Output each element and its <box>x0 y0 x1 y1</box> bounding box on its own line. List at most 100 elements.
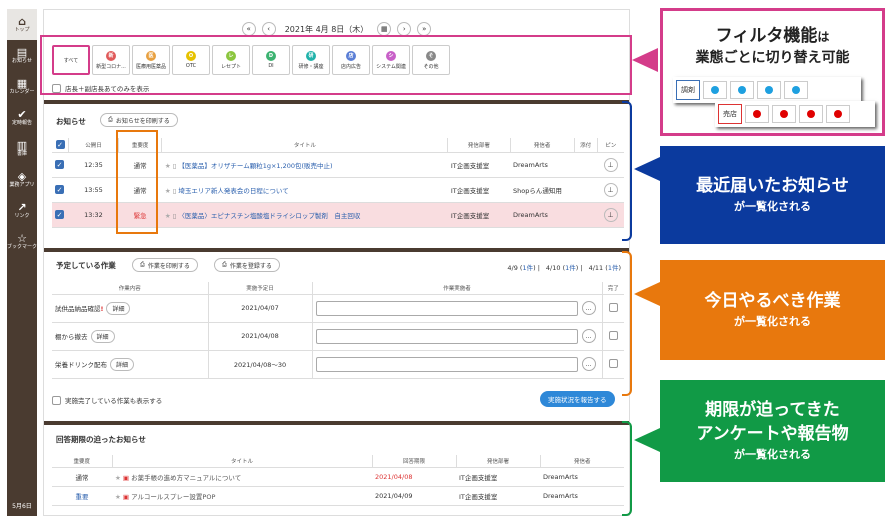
pin-icon[interactable]: ⊥ <box>603 182 618 197</box>
sidebar-item-5[interactable]: ◈ 業務アプリ <box>7 164 37 195</box>
task-date: 2021/04/08〜30 <box>208 350 313 379</box>
sidebar-item-3[interactable]: ✔ 定時報告 <box>7 102 37 133</box>
task-detail-button[interactable]: 詳細 <box>90 329 115 343</box>
select-all-checkbox[interactable]: ✓ <box>55 140 65 150</box>
calendar-icon[interactable]: ▦ <box>377 22 392 36</box>
pin-icon[interactable]: ⊥ <box>603 157 618 172</box>
deadline-title-cell: ★ ▣ お薬手帳の進め方マニュアルについて <box>112 467 372 487</box>
task-done-checkbox[interactable] <box>608 302 618 312</box>
task-count-date: 4/9 <box>507 264 518 272</box>
task-detail-button[interactable]: 詳細 <box>110 357 135 371</box>
deadline-row[interactable]: 通常 ★ ▣ お薬手帳の進め方マニュアルについて 2021/04/08 IT企画支援室… <box>52 467 624 487</box>
task-count-link[interactable]: 1件 <box>565 264 576 272</box>
next-week-button[interactable]: » <box>417 22 432 36</box>
task-name: 棚から撤去 <box>55 332 88 341</box>
notice-checkbox[interactable]: ✓ <box>55 160 64 169</box>
task-name: 栄養ドリンク配布 <box>55 360 107 369</box>
star-icon[interactable]: ★ <box>115 493 123 501</box>
star-icon[interactable]: ★ <box>115 474 123 482</box>
sidebar-item-6[interactable]: ↗ リンク <box>7 195 37 226</box>
task-done-cell <box>602 322 624 351</box>
sidebar-item-label: 書庫 <box>16 150 27 157</box>
notice-dept: IT企画支援室 <box>447 152 510 178</box>
sidebar: ⌂ トップ ▤ お知らせ ▦ カレンダー ✔ 定時報告 ▥ 書庫 ◈ 業務アプリ ↗ リンク ☆ ブックマーク… <box>7 9 37 516</box>
star-icon[interactable]: ★ <box>165 212 173 220</box>
notice-title-link[interactable]: 【医薬品】オリザチーム顆粒1g×1,200包(販売中止) <box>178 162 332 170</box>
deadline-bracket <box>622 421 632 516</box>
current-date: 2021年 4月 8日（木） <box>284 24 369 34</box>
notice-title-cell: ★ ▯ 埼玉エリア新人発表会の日程について <box>161 177 448 203</box>
filter-arrow <box>632 48 658 72</box>
notice-title-link[interactable]: 埼玉エリア新人発表会の日程について <box>178 187 288 195</box>
notice-checkbox[interactable]: ✓ <box>55 185 64 194</box>
printer-icon: ⎙ <box>140 261 145 268</box>
deadline-due: 2021/04/08 <box>372 467 456 487</box>
sidebar-item-7[interactable]: ☆ ブックマーク <box>7 226 37 257</box>
sidebar-item-2[interactable]: ▦ カレンダー <box>7 71 37 102</box>
next-day-button[interactable]: › <box>397 22 412 36</box>
show-completed-checkbox[interactable] <box>52 395 61 405</box>
col-date[interactable]: 公開日 <box>68 138 119 153</box>
task-assignee-input[interactable] <box>315 300 578 316</box>
pin-icon[interactable]: ⊥ <box>603 207 618 222</box>
deadline-title-link[interactable]: お薬手帳の進め方マニュアルについて <box>131 474 241 482</box>
deadline-dept: IT企画支援室 <box>456 467 540 487</box>
star-icon: ☆ <box>17 231 27 245</box>
task-assignee-input[interactable] <box>315 328 578 344</box>
task-row: 栄養ドリンク配布 詳細 2021/04/08〜30 … <box>52 350 624 379</box>
notice-checkbox[interactable]: ✓ <box>55 210 64 219</box>
task-count-close: ) <box>618 264 621 272</box>
layers-icon: ◈ <box>17 169 27 183</box>
sidebar-item-1[interactable]: ▤ お知らせ <box>7 40 37 71</box>
deadline-callout: 期限が迫ってきた アンケートや報告物 が一覧化される <box>660 380 885 482</box>
col-dept[interactable]: 発信部署 <box>447 138 510 153</box>
task-count-0[interactable]: 4/9 (1件) | <box>507 264 540 272</box>
shop-filter-sample: 売店 <box>715 101 875 127</box>
notice-title-link[interactable]: 〈医薬品〉エピナスチン塩酸塩ドライシロップ製剤 自主回収 <box>178 212 360 220</box>
prev-day-button[interactable]: ‹ <box>261 22 276 36</box>
task-assignee-input[interactable] <box>315 356 578 372</box>
task-name-cell: 試供品納品確認! 詳細 <box>52 294 209 323</box>
print-tasks-button[interactable]: ⎙ 作業を印刷する <box>132 258 198 272</box>
show-completed-filter[interactable]: 実施完了している作業も表示する <box>52 395 162 405</box>
register-task-button[interactable]: ⎙ 作業を登録する <box>214 258 280 272</box>
deadline-table: 重要度 タイトル 回答期限 発信部署 発信者 通常 ★ ▣ お薬手帳の進め方マニュ… <box>52 455 624 506</box>
sidebar-item-4[interactable]: ▥ 書庫 <box>7 133 37 164</box>
printer-icon: ⎙ <box>222 261 227 268</box>
notice-sender: Shopらん通知用 <box>510 177 575 203</box>
task-count-links: 4/9 (1件) | 4/10 (1件) | 4/11 (1件) <box>501 262 621 272</box>
col-sender[interactable]: 発信者 <box>509 138 575 153</box>
col-title[interactable]: タイトル <box>161 138 448 153</box>
sidebar-item-label: リンク <box>14 212 30 219</box>
task-done-checkbox[interactable] <box>608 358 618 368</box>
print-notices-button[interactable]: ⎙ お知らせを印刷する <box>100 113 178 127</box>
prev-week-button[interactable]: « <box>241 22 256 36</box>
deadline-dept: IT企画支援室 <box>456 486 540 506</box>
comment-icon[interactable]: … <box>581 357 596 371</box>
task-count-1[interactable]: 4/10 (1件) | <box>546 264 583 272</box>
star-icon[interactable]: ★ <box>165 162 173 170</box>
report-status-button[interactable]: 実施状況を報告する <box>540 391 615 407</box>
comment-icon[interactable]: … <box>581 301 596 315</box>
deadline-title-cell: ★ ▣ アルコールスプレー設置POP <box>112 486 372 506</box>
task-count-link[interactable]: 1件 <box>522 264 533 272</box>
task-detail-button[interactable]: 詳細 <box>106 301 131 315</box>
col-pin: ピン <box>596 138 624 153</box>
calendar-icon: ▦ <box>16 76 28 90</box>
deadline-row[interactable]: 重要 ★ ▣ アルコールスプレー設置POP 2021/04/09 IT企画支援室 Dre… <box>52 486 624 506</box>
notice-pin-cell: ⊥ <box>597 202 624 228</box>
task-done-checkbox[interactable] <box>608 330 618 340</box>
sidebar-item-0[interactable]: ⌂ トップ <box>7 9 37 40</box>
star-icon[interactable]: ★ <box>165 187 173 195</box>
task-count-link[interactable]: 1件 <box>608 264 619 272</box>
section-divider <box>44 248 629 252</box>
notice-time: 13:32 <box>68 202 119 228</box>
task-assignee-cell: … <box>312 350 603 379</box>
comment-icon[interactable]: … <box>581 329 596 343</box>
notice-sender: DreamArts <box>510 202 575 228</box>
task-count-2[interactable]: 4/11 (1件) <box>589 264 621 272</box>
task-count-date: 4/10 <box>545 264 561 272</box>
notice-select-cell: ✓ <box>52 177 69 203</box>
printer-icon: ⎙ <box>108 116 113 123</box>
deadline-title-link[interactable]: アルコールスプレー設置POP <box>131 493 215 501</box>
